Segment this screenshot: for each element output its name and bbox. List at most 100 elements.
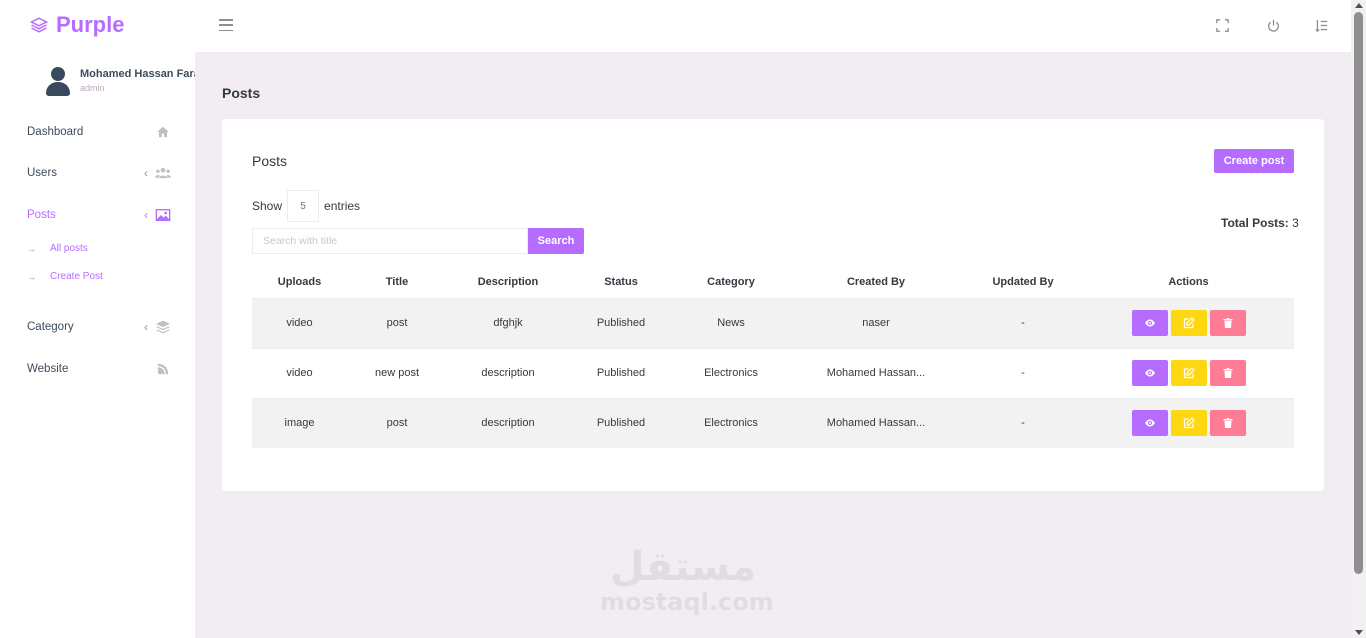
table-cell: - (963, 347, 1083, 398)
actions-cell (1083, 347, 1294, 398)
sidebar-item-users[interactable]: Users ‹ (27, 163, 172, 183)
column-header: Category (707, 275, 755, 288)
table-row: video new post description Published Electro… (252, 347, 1294, 398)
table-cell: post (347, 397, 447, 448)
delete-button[interactable] (1209, 360, 1246, 386)
edit-icon (1183, 417, 1195, 429)
edit-button[interactable] (1170, 360, 1207, 386)
table-cell: video (252, 347, 347, 398)
trash-icon (1222, 367, 1234, 379)
posts-table: Uploads Title Description Status Categor… (252, 266, 1294, 448)
view-button[interactable] (1131, 410, 1168, 437)
sidebar-item-dashboard[interactable]: Dashboard (27, 122, 172, 142)
view-button[interactable] (1131, 360, 1168, 386)
entries-label: entries (324, 199, 361, 213)
sidebar-item-category[interactable]: Category ‹ (27, 317, 172, 337)
column-header: Actions (1168, 275, 1209, 288)
scroll-thumb[interactable] (1354, 12, 1363, 574)
list-icon[interactable] (1313, 17, 1329, 33)
table-cell: Mohamed Hassan... (789, 347, 963, 398)
delete-button[interactable] (1209, 410, 1246, 437)
edit-icon (1183, 317, 1195, 329)
edit-button[interactable] (1170, 410, 1207, 437)
total-posts-value: 3 (1292, 216, 1299, 230)
table-cell: - (963, 297, 1083, 348)
table-cell: Electronics (673, 347, 789, 398)
trash-icon (1222, 317, 1234, 329)
table-cell: image (252, 397, 347, 448)
profile-role: admin (80, 83, 105, 93)
sidebar-item-website[interactable]: Website (27, 359, 172, 379)
table-cell: dfghjk (447, 297, 569, 348)
create-post-button[interactable]: Create post (1214, 149, 1294, 173)
view-button[interactable] (1131, 310, 1168, 336)
table-cell: naser (789, 297, 963, 348)
table-cell: video (252, 297, 347, 348)
eye-icon (1144, 317, 1156, 329)
table-cell: Published (569, 347, 673, 398)
search-form: Search (252, 228, 584, 254)
table-cell: News (673, 297, 789, 348)
watermark-latin: mostaql.com (600, 588, 774, 616)
menu-icon[interactable] (219, 19, 233, 31)
edit-button[interactable] (1170, 310, 1207, 336)
topbar (195, 0, 1351, 52)
watermark: مستقل mostaql.com (600, 544, 774, 616)
table-cell: post (347, 297, 447, 348)
power-icon[interactable] (1265, 17, 1281, 33)
table-cell: Electronics (673, 397, 789, 448)
sidebar: Purple Mohamed Hassan Farag admin Dashbo… (0, 0, 195, 638)
entries-control: Show entries (252, 190, 360, 222)
layers-icon (154, 320, 172, 334)
fullscreen-icon[interactable] (1214, 17, 1230, 33)
table-cell: Published (569, 397, 673, 448)
profile-name: Mohamed Hassan Farag (80, 68, 195, 80)
trash-icon (1222, 417, 1234, 429)
table-cell: new post (347, 347, 447, 398)
eye-icon (1144, 367, 1156, 379)
sidebar-item-posts[interactable]: Posts ‹ (27, 205, 172, 225)
chevron-left-icon: ‹ (144, 166, 148, 180)
column-header: Updated By (992, 275, 1054, 288)
image-icon (154, 208, 172, 222)
table-header-row: Uploads Title Description Status Categor… (252, 266, 1294, 298)
table-cell: description (447, 397, 569, 448)
table-cell: description (447, 347, 569, 398)
sidebar-subitem-create-post[interactable]: → Create Post (27, 271, 103, 282)
scroll-down-arrow-icon[interactable] (1355, 630, 1363, 635)
watermark-arabic: مستقل (609, 544, 757, 590)
edit-icon (1183, 367, 1195, 379)
search-input[interactable] (252, 228, 528, 254)
brand-name: Purple (56, 12, 125, 37)
page-title: Posts (222, 85, 261, 101)
arrow-right-icon: → (27, 271, 36, 282)
search-button[interactable]: Search (528, 228, 584, 254)
home-icon (154, 125, 172, 139)
sidebar-subitem-all-posts[interactable]: → All posts (27, 243, 88, 254)
show-label: Show (252, 199, 283, 213)
posts-card: Posts Create post Show entries Total Pos… (222, 119, 1324, 491)
entries-input[interactable] (287, 190, 320, 222)
table-cell: Mohamed Hassan... (789, 397, 963, 448)
eye-icon (1144, 417, 1156, 429)
scroll-up-arrow-icon[interactable] (1355, 3, 1363, 8)
layers-icon (30, 17, 48, 33)
brand-logo[interactable]: Purple (30, 12, 124, 38)
table-row: image post description Published Electronics… (252, 397, 1294, 448)
chevron-left-icon: ‹ (144, 208, 148, 222)
user-profile[interactable]: Mohamed Hassan Farag admin (44, 64, 195, 98)
avatar (44, 64, 72, 98)
table-cell: Published (569, 297, 673, 348)
column-header: Status (604, 275, 638, 288)
chevron-left-icon: ‹ (144, 320, 148, 334)
column-header: Title (385, 275, 409, 288)
delete-button[interactable] (1209, 310, 1246, 336)
arrow-right-icon: → (27, 243, 36, 254)
users-icon (154, 166, 172, 180)
table-cell: - (963, 397, 1083, 448)
feed-icon (154, 362, 172, 376)
actions-cell (1083, 397, 1294, 448)
scrollbar[interactable] (1351, 0, 1366, 638)
actions-cell (1083, 297, 1294, 348)
total-posts: Total Posts: 3 (1221, 216, 1299, 230)
